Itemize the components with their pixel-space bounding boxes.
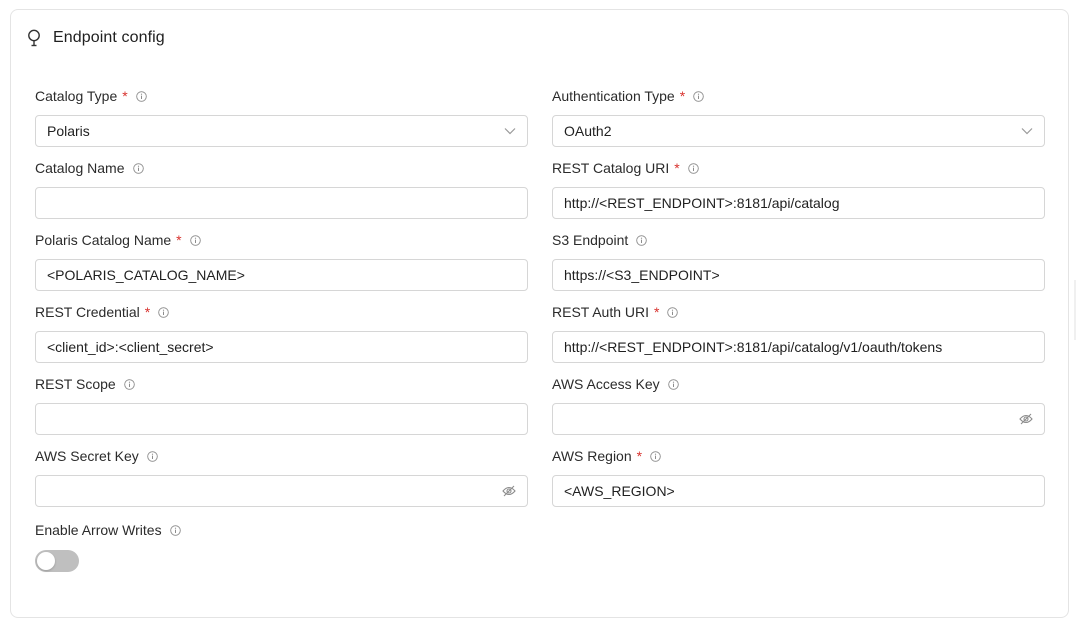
s3-endpoint-label: S3 Endpoint	[552, 232, 629, 248]
aws-region-label: AWS Region	[552, 448, 632, 464]
aws-region-input[interactable]: <AWS_REGION>	[552, 475, 1045, 507]
eye-invisible-icon[interactable]	[1019, 413, 1033, 425]
field-enable-arrow-writes: Enable Arrow Writes	[35, 521, 528, 572]
rest-credential-value: <client_id>:<client_secret>	[47, 339, 214, 355]
required-marker: *	[654, 304, 660, 320]
required-marker: *	[674, 160, 680, 176]
lightbulb-icon	[26, 28, 42, 48]
field-rest-scope: REST Scope	[35, 375, 528, 435]
field-authentication-type: Authentication Type * OAuth2	[552, 87, 1045, 147]
required-marker: *	[144, 304, 151, 320]
rest-auth-uri-input[interactable]: http://<REST_ENDPOINT>:8181/api/catalog/…	[552, 331, 1045, 363]
aws-region-value: <AWS_REGION>	[564, 483, 675, 499]
info-icon[interactable]	[667, 306, 679, 318]
catalog-type-select[interactable]: Polaris	[35, 115, 528, 147]
required-marker: *	[679, 88, 686, 104]
polaris-catalog-name-value: <POLARIS_CATALOG_NAME>	[47, 267, 245, 283]
info-icon[interactable]	[650, 450, 661, 462]
polaris-catalog-name-input[interactable]: <POLARIS_CATALOG_NAME>	[35, 259, 528, 291]
info-icon[interactable]	[189, 234, 201, 246]
info-icon[interactable]	[135, 90, 147, 102]
rest-credential-input[interactable]: <client_id>:<client_secret>	[35, 331, 528, 363]
rest-catalog-uri-label: REST Catalog URI	[552, 160, 670, 176]
info-icon[interactable]	[123, 378, 135, 390]
s3-endpoint-value: https://<S3_ENDPOINT>	[564, 267, 720, 283]
chevron-down-icon	[504, 127, 516, 135]
authentication-type-label: Authentication Type	[552, 88, 675, 104]
info-icon[interactable]	[693, 90, 704, 102]
info-icon[interactable]	[667, 378, 679, 390]
field-catalog-name: Catalog Name	[35, 159, 528, 219]
rest-scope-input[interactable]	[35, 403, 528, 435]
authentication-type-select[interactable]: OAuth2	[552, 115, 1045, 147]
info-icon[interactable]	[158, 306, 170, 318]
field-s3-endpoint: S3 Endpoint https://<S3_ENDPOINT>	[552, 231, 1045, 291]
rest-catalog-uri-value: http://<REST_ENDPOINT>:8181/api/catalog	[564, 195, 840, 211]
info-icon[interactable]	[146, 450, 158, 462]
rest-credential-label: REST Credential	[35, 304, 140, 320]
enable-arrow-writes-label: Enable Arrow Writes	[35, 522, 162, 538]
aws-access-key-input[interactable]	[552, 403, 1045, 435]
required-marker: *	[636, 448, 643, 464]
rest-auth-uri-label: REST Auth URI	[552, 304, 650, 320]
rest-scope-label: REST Scope	[35, 376, 116, 392]
catalog-type-value: Polaris	[47, 123, 90, 139]
info-icon[interactable]	[687, 162, 699, 174]
field-catalog-type: Catalog Type * Polaris	[35, 87, 528, 147]
field-aws-secret-key: AWS Secret Key	[35, 447, 528, 507]
card-title: Endpoint config	[53, 29, 165, 46]
info-icon[interactable]	[169, 524, 181, 536]
field-rest-auth-uri: REST Auth URI * http://<REST_ENDPOINT>:8…	[552, 303, 1045, 363]
required-marker: *	[176, 232, 182, 248]
toggle-knob	[37, 552, 55, 570]
enable-arrow-writes-toggle[interactable]	[35, 550, 79, 572]
authentication-type-value: OAuth2	[564, 123, 612, 139]
field-aws-region: AWS Region * <AWS_REGION>	[552, 447, 1045, 507]
info-icon[interactable]	[636, 234, 648, 246]
aws-secret-key-input[interactable]	[35, 475, 528, 507]
eye-invisible-icon[interactable]	[502, 485, 516, 497]
required-marker: *	[122, 88, 128, 104]
chevron-down-icon	[1021, 127, 1033, 135]
catalog-name-input[interactable]	[35, 187, 528, 219]
polaris-catalog-name-label: Polaris Catalog Name	[35, 232, 172, 248]
catalog-name-label: Catalog Name	[35, 160, 125, 176]
field-polaris-catalog-name: Polaris Catalog Name * <POLARIS_CATALOG_…	[35, 231, 528, 291]
rest-auth-uri-value: http://<REST_ENDPOINT>:8181/api/catalog/…	[564, 339, 943, 355]
card-header: Endpoint config	[26, 27, 165, 49]
aws-secret-key-label: AWS Secret Key	[35, 448, 139, 464]
aws-access-key-label: AWS Access Key	[552, 376, 660, 392]
s3-endpoint-input[interactable]: https://<S3_ENDPOINT>	[552, 259, 1045, 291]
field-aws-access-key: AWS Access Key	[552, 375, 1045, 435]
rest-catalog-uri-input[interactable]: http://<REST_ENDPOINT>:8181/api/catalog	[552, 187, 1045, 219]
catalog-type-label: Catalog Type	[35, 88, 118, 104]
field-rest-catalog-uri: REST Catalog URI * http://<REST_ENDPOINT…	[552, 159, 1045, 219]
field-rest-credential: REST Credential * <client_id>:<client_se…	[35, 303, 528, 363]
info-icon[interactable]	[132, 162, 144, 174]
